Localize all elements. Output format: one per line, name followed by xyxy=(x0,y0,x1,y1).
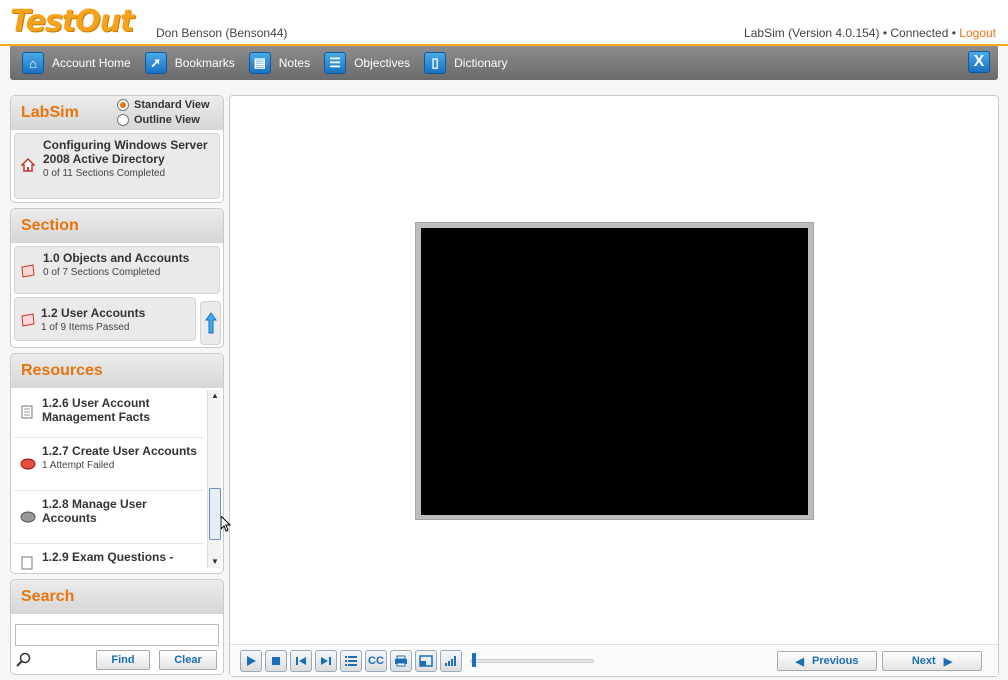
testout-logo: TestOut xyxy=(10,4,134,39)
bookmark-icon: ➚ xyxy=(144,52,167,74)
magnifier-icon xyxy=(16,652,31,667)
course-progress: 0 of 11 Sections Completed xyxy=(43,168,166,179)
logout-link[interactable]: Logout xyxy=(959,26,996,40)
arrow-up-icon xyxy=(204,312,217,334)
list-icon xyxy=(345,656,357,666)
nav-account-home[interactable]: ⌂ Account Home xyxy=(22,52,131,74)
next-track-button[interactable] xyxy=(315,650,337,672)
resources-header: Resources xyxy=(11,354,223,388)
notes-icon: ▤ xyxy=(248,52,271,74)
document-icon xyxy=(21,405,33,419)
status-area: LabSim (Version 4.0.154) • Connected • L… xyxy=(744,26,996,40)
labsim-header: LabSim Standard View Outline View xyxy=(11,96,223,130)
scroll-thumb[interactable] xyxy=(209,488,221,540)
print-button[interactable] xyxy=(390,650,412,672)
stop-button[interactable] xyxy=(265,650,287,672)
search-input[interactable] xyxy=(15,624,219,646)
course-home-icon xyxy=(21,158,35,172)
standard-view-radio[interactable]: Standard View xyxy=(117,99,210,111)
resource-item-1-2-8[interactable]: 1.2.8 Manage User Accounts xyxy=(14,491,204,544)
captions-button[interactable]: CC xyxy=(365,650,387,672)
skip-forward-icon xyxy=(321,657,331,665)
previous-track-button[interactable] xyxy=(290,650,312,672)
user-name: Don Benson (Benson44) xyxy=(156,26,288,40)
nav-dictionary[interactable]: ▯ Dictionary xyxy=(424,52,507,74)
resource-item-1-2-7[interactable]: 1.2.7 Create User Accounts 1 Attempt Fai… xyxy=(14,438,204,491)
clear-button[interactable]: Clear xyxy=(159,650,217,670)
resource-item-1-2-9[interactable]: 1.2.9 Exam Questions - xyxy=(14,544,204,570)
main-nav: ⌂ Account Home ➚ Bookmarks ▤ Notes ☰ Obj… xyxy=(10,46,998,80)
labsim-panel: LabSim Standard View Outline View Config… xyxy=(10,95,224,203)
video-frame xyxy=(415,222,814,520)
connection-status: Connected xyxy=(890,26,949,40)
radio-checked-icon xyxy=(117,99,129,111)
resources-list: 1.2.6 User Account Management Facts 1.2.… xyxy=(14,390,204,570)
home-icon: ⌂ xyxy=(22,52,44,74)
dictionary-icon: ▯ xyxy=(424,52,447,74)
scroll-up-icon[interactable]: ▲ xyxy=(208,390,222,402)
volume-button[interactable] xyxy=(440,650,462,672)
search-header: Search xyxy=(11,580,223,614)
course-title: Configuring Windows Server 2008 Active D… xyxy=(43,138,208,166)
printer-icon xyxy=(395,655,407,667)
radio-unchecked-icon xyxy=(117,114,129,126)
scroll-down-icon[interactable]: ▼ xyxy=(208,556,222,568)
skip-back-icon xyxy=(296,657,306,665)
labsim-title: LabSim xyxy=(21,104,79,121)
progress-handle[interactable] xyxy=(472,653,476,667)
resources-scrollbar[interactable]: ▲ ▼ xyxy=(207,390,221,568)
section-item-objects[interactable]: 1.0 Objects and Accounts 0 of 7 Sections… xyxy=(14,246,220,294)
nav-notes[interactable]: ▤ Notes xyxy=(248,52,310,74)
mouse-icon xyxy=(20,458,36,470)
section-header: Section xyxy=(11,209,223,243)
resource-item-1-2-6[interactable]: 1.2.6 User Account Management Facts xyxy=(14,390,204,438)
resources-panel: Resources 1.2.6 User Account Management … xyxy=(10,353,224,574)
mouse-icon xyxy=(20,511,36,523)
previous-button[interactable]: ◀ Previous xyxy=(777,651,877,671)
find-button[interactable]: Find xyxy=(96,650,150,670)
document-icon xyxy=(21,556,33,570)
section-item-user-accounts[interactable]: 1.2 User Accounts 1 of 9 Items Passed xyxy=(14,297,196,341)
video-player[interactable] xyxy=(421,228,808,515)
course-card[interactable]: Configuring Windows Server 2008 Active D… xyxy=(14,133,220,199)
section-up-button[interactable] xyxy=(200,301,221,345)
header: TestOut Don Benson (Benson44) LabSim (Ve… xyxy=(0,0,1008,46)
content-area: CC ◀ Previous Next ▶ xyxy=(229,95,999,677)
folder-icon xyxy=(21,313,35,327)
chevron-right-icon: ▶ xyxy=(943,655,953,668)
nav-bookmarks[interactable]: ➚ Bookmarks xyxy=(144,52,235,74)
play-icon xyxy=(247,656,256,666)
window-icon xyxy=(419,655,433,667)
search-panel: Search Find Clear xyxy=(10,579,224,675)
stop-icon xyxy=(272,657,280,665)
volume-bars-icon xyxy=(445,656,456,666)
player-controls: CC ◀ Previous Next ▶ xyxy=(230,644,998,676)
next-button[interactable]: Next ▶ xyxy=(882,651,982,671)
version-label: LabSim (Version 4.0.154) xyxy=(744,26,880,40)
chevron-left-icon: ◀ xyxy=(795,655,804,668)
mouse-cursor-icon xyxy=(221,516,231,532)
nav-objectives[interactable]: ☰ Objectives xyxy=(324,52,410,74)
progress-track[interactable] xyxy=(470,659,594,663)
fullscreen-button[interactable] xyxy=(415,650,437,672)
outline-view-radio[interactable]: Outline View xyxy=(117,114,210,126)
list-icon: ☰ xyxy=(324,52,347,74)
folder-icon xyxy=(21,264,35,278)
close-button[interactable]: X xyxy=(968,51,990,73)
chapters-button[interactable] xyxy=(340,650,362,672)
play-button[interactable] xyxy=(240,650,262,672)
section-panel: Section 1.0 Objects and Accounts 0 of 7 … xyxy=(10,208,224,348)
